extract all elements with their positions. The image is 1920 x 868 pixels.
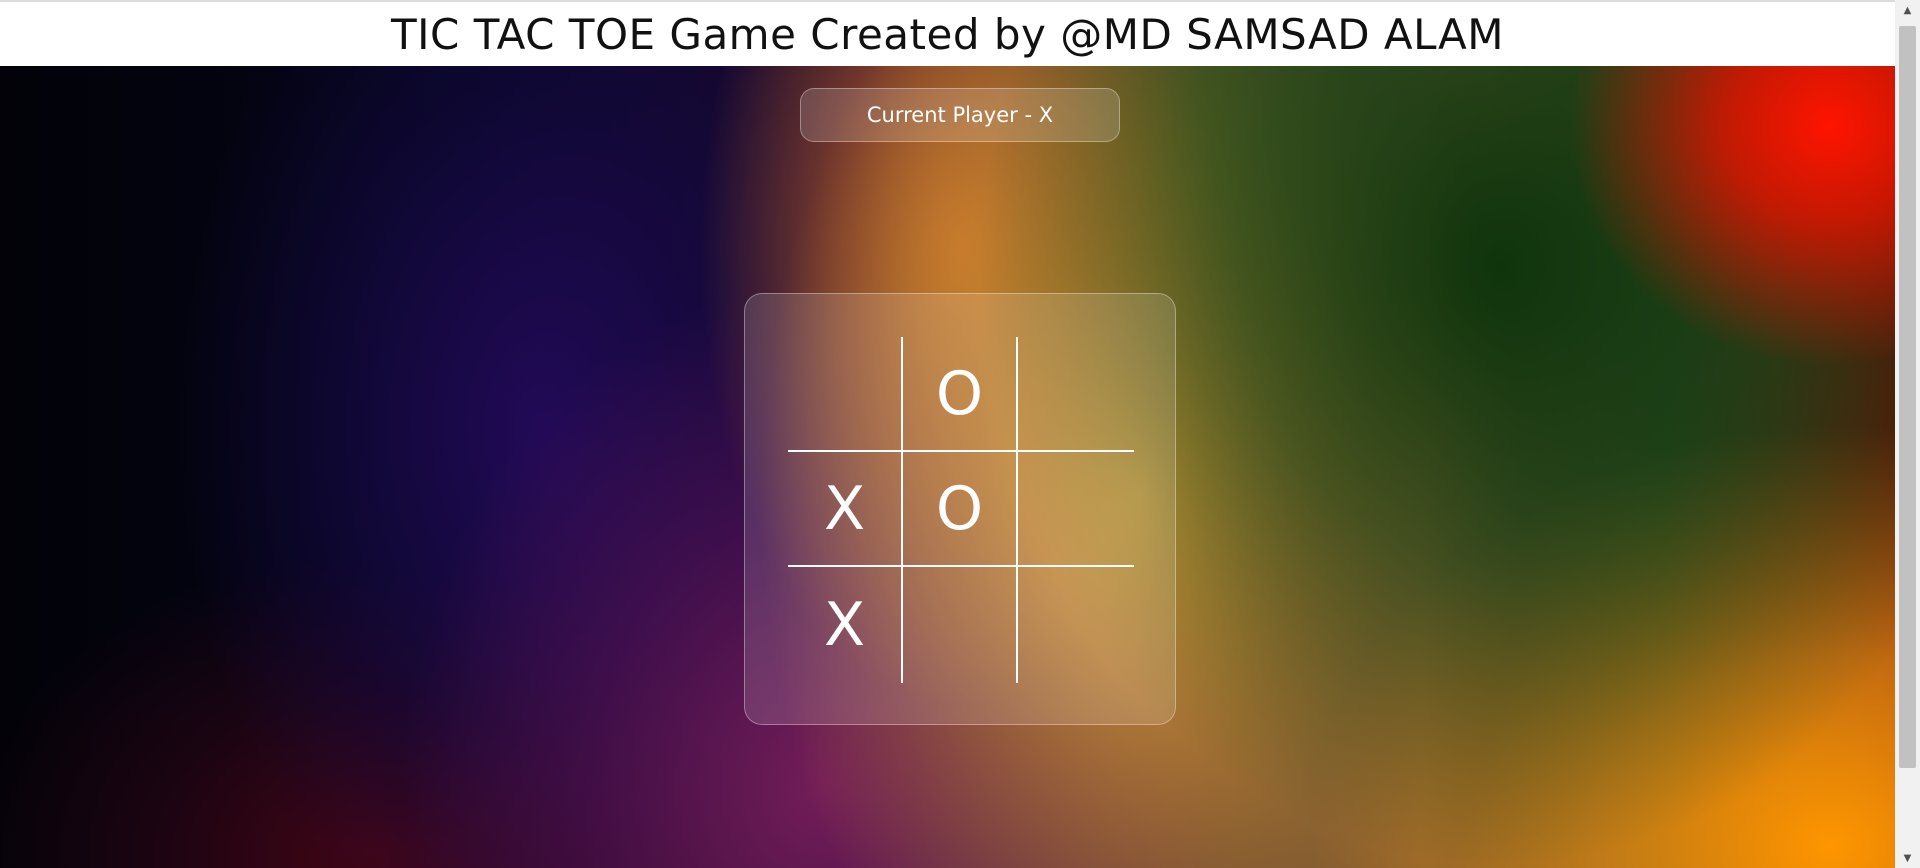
board-cell[interactable] xyxy=(903,567,1018,683)
board-cell[interactable]: O xyxy=(903,452,1018,567)
board-cell[interactable]: X xyxy=(788,452,903,567)
game-board-grid: O X O X xyxy=(788,337,1134,683)
header: TIC TAC TOE Game Created by @MD SAMSAD A… xyxy=(0,0,1895,66)
board-cell[interactable] xyxy=(1018,452,1134,567)
board-cell[interactable] xyxy=(1018,337,1134,452)
page: TIC TAC TOE Game Created by @MD SAMSAD A… xyxy=(0,0,1920,868)
arrow-up-icon[interactable]: ▲ xyxy=(1895,0,1920,20)
board-cell[interactable]: O xyxy=(903,337,1018,452)
board-cell[interactable] xyxy=(1018,567,1134,683)
page-title: TIC TAC TOE Game Created by @MD SAMSAD A… xyxy=(391,9,1504,59)
vertical-scrollbar[interactable]: ▲ ▼ xyxy=(1895,0,1920,868)
board-cell[interactable] xyxy=(788,337,903,452)
scrollbar-thumb[interactable] xyxy=(1899,26,1916,768)
current-player-status: Current Player - X xyxy=(800,88,1120,142)
board-cell[interactable]: X xyxy=(788,567,903,683)
arrow-down-icon[interactable]: ▼ xyxy=(1895,848,1920,868)
game-board-panel: O X O X xyxy=(744,293,1176,725)
